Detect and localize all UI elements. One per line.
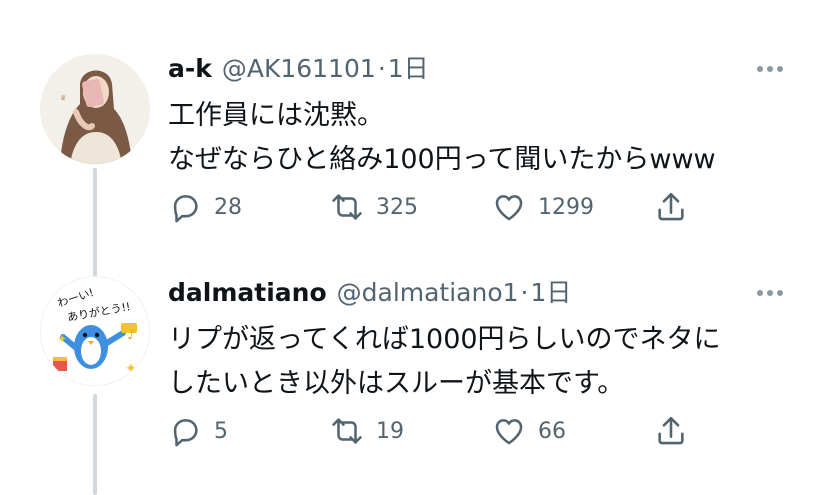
retweet-count: 19 xyxy=(376,418,404,444)
heart-icon xyxy=(495,419,523,445)
retweet-button[interactable]: 19 xyxy=(330,414,492,448)
svg-text:✦: ✦ xyxy=(125,361,137,377)
avatar-image-icon: わーい! ありがとう!! ♪ ✦ ✦ xyxy=(41,277,149,385)
tweet[interactable]: わーい! ありがとう!! ♪ ✦ ✦ dalmatiano @dalmatian… xyxy=(0,0,827,495)
like-count: 66 xyxy=(538,418,566,444)
separator-dot: · xyxy=(520,278,529,307)
like-button[interactable]: 66 xyxy=(492,414,654,448)
reply-count: 5 xyxy=(214,418,228,444)
user-handle[interactable]: @dalmatiano1 xyxy=(337,276,519,310)
retweet-icon xyxy=(332,418,362,444)
svg-text:♪: ♪ xyxy=(127,327,136,343)
action-bar: 5 19 66 xyxy=(168,414,694,448)
timestamp[interactable]: 1日 xyxy=(531,276,572,310)
more-options-icon[interactable] xyxy=(753,276,787,310)
reply-button[interactable]: 5 xyxy=(168,414,330,448)
avatar[interactable]: わーい! ありがとう!! ♪ ✦ ✦ xyxy=(40,276,150,386)
tweet-thread: ♛ a-k @AK161101 · 1日 工作員には沈黙。 なぜならひと絡み10… xyxy=(0,0,827,495)
share-button[interactable] xyxy=(654,414,694,448)
tweet-text-line: したいとき以外はスルーが基本です。 xyxy=(168,368,625,399)
share-icon xyxy=(658,416,684,445)
reply-icon xyxy=(173,419,198,447)
tweet-text-line: リプが返ってくれば1000円らしいのでネタに xyxy=(168,324,721,355)
tweet-text: リプが返ってくれば1000円らしいのでネタに したいとき以外はスルーが基本です。 xyxy=(168,318,787,406)
svg-text:✦: ✦ xyxy=(57,332,67,346)
display-name[interactable]: dalmatiano xyxy=(168,276,327,310)
